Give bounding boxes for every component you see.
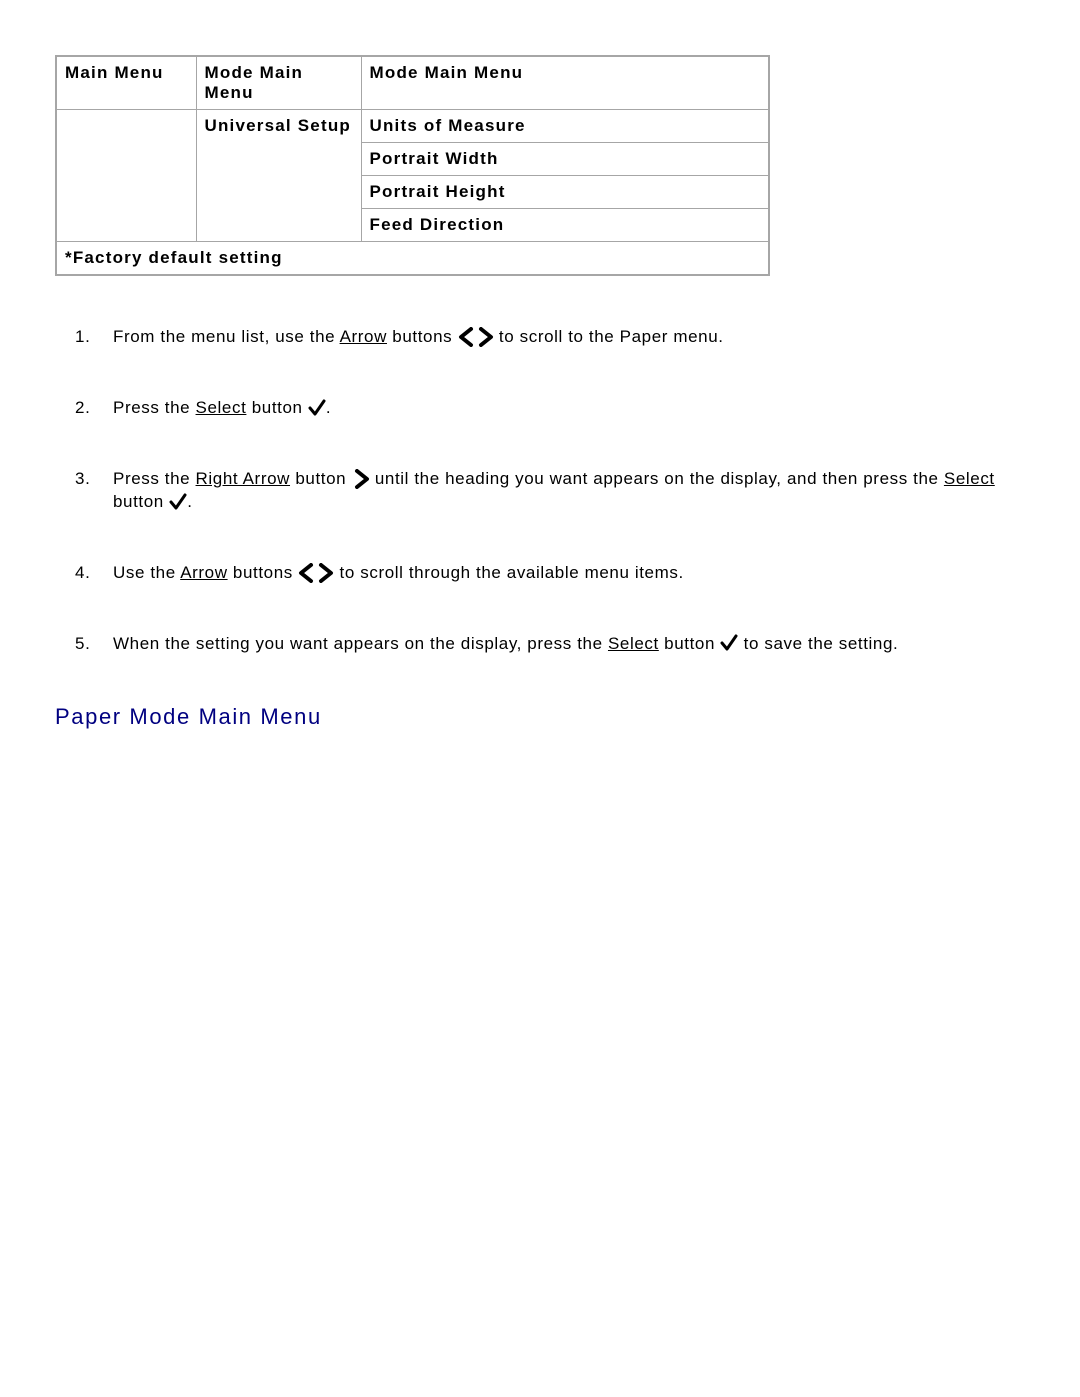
step-text: buttons <box>228 563 299 582</box>
step-text: button <box>246 398 308 417</box>
arrow-right-icon <box>476 325 494 348</box>
step-text: Press the <box>113 469 196 488</box>
step-text: Use the <box>113 563 180 582</box>
arrow-left-icon <box>298 561 316 584</box>
step-text-underline: Select <box>944 469 995 488</box>
step-text: button <box>113 492 169 511</box>
step-text: Press the <box>113 398 196 417</box>
table-cell: Feed Direction <box>361 209 769 242</box>
arrow-right-icon <box>352 467 370 490</box>
table-cell <box>56 110 196 242</box>
step-text: . <box>326 398 331 417</box>
step-text: button <box>659 634 721 653</box>
table-cell: Units of Measure <box>361 110 769 143</box>
step-text: . <box>187 492 192 511</box>
table-cell: Universal Setup <box>196 110 361 242</box>
step-text-underline: Arrow <box>340 327 387 346</box>
step-item: When the setting you want appears on the… <box>75 633 1025 656</box>
steps-list: From the menu list, use the Arrow button… <box>55 326 1025 656</box>
step-text-underline: Right Arrow <box>196 469 290 488</box>
step-text: until the heading you want appears on th… <box>370 469 944 488</box>
table-cell: Portrait Width <box>361 143 769 176</box>
step-text: When the setting you want appears on the… <box>113 634 608 653</box>
table-header-row: Main Menu Mode Main Menu Mode Main Menu <box>56 56 769 110</box>
step-item: Press the Right Arrow button until the h… <box>75 468 1025 514</box>
step-text: button <box>290 469 352 488</box>
step-text-underline: Select <box>608 634 659 653</box>
step-text-underline: Arrow <box>180 563 227 582</box>
check-icon <box>308 396 326 419</box>
step-item: Press the Select button . <box>75 397 1025 420</box>
table-footnote: *Factory default setting <box>56 242 769 276</box>
table-header-cell: Main Menu <box>56 56 196 110</box>
step-text: to save the setting. <box>738 634 898 653</box>
table-header-cell: Mode Main Menu <box>196 56 361 110</box>
step-text: buttons <box>387 327 458 346</box>
step-text-underline: Select <box>196 398 247 417</box>
table-row: Universal Setup Units of Measure <box>56 110 769 143</box>
step-text: to scroll through the available menu ite… <box>334 563 684 582</box>
menu-table: Main Menu Mode Main Menu Mode Main Menu … <box>55 55 770 276</box>
section-heading: Paper Mode Main Menu <box>55 704 1025 730</box>
step-item: From the menu list, use the Arrow button… <box>75 326 1025 349</box>
table-header-cell: Mode Main Menu <box>361 56 769 110</box>
check-icon <box>720 632 738 655</box>
step-text: From the menu list, use the <box>113 327 340 346</box>
table-footer-row: *Factory default setting <box>56 242 769 276</box>
arrow-right-icon <box>316 561 334 584</box>
step-item: Use the Arrow buttons to scroll through … <box>75 562 1025 585</box>
check-icon <box>169 490 187 513</box>
table-cell: Portrait Height <box>361 176 769 209</box>
arrow-left-icon <box>458 325 476 348</box>
step-text: to scroll to the Paper menu. <box>494 327 724 346</box>
